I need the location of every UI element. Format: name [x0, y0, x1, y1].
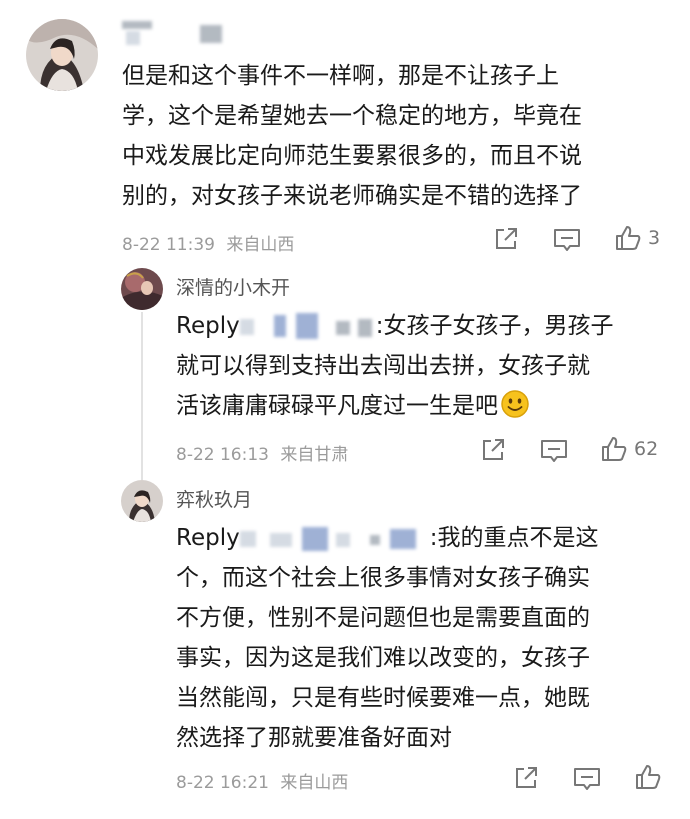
- comment-button[interactable]: [573, 766, 601, 792]
- comment-text-line: 中戏发展比定向师范生要累很多的，而且不说: [122, 143, 582, 169]
- reply-author-name[interactable]: 深情的小木开: [176, 273, 290, 300]
- reply-text-line: 活该庸庸碌碌平凡度过一生是吧: [176, 386, 613, 426]
- share-icon: [516, 767, 537, 788]
- smiley-emoji-icon: [501, 390, 529, 418]
- comment-icon: [574, 768, 600, 790]
- like-count: 62: [634, 438, 659, 460]
- timestamp: 8-22 11:39: [122, 235, 215, 255]
- reply-text-line: 个，而这个社会上很多事情对女孩子确实: [176, 565, 590, 591]
- thumbs-up-icon: [602, 437, 627, 461]
- avatar[interactable]: [121, 268, 163, 310]
- thumbs-up-icon: [616, 226, 641, 250]
- comment-text-line: 学，这个是希望她去一个稳定的地方，毕竟在: [122, 103, 582, 129]
- reply-text: Reply :女孩子女孩子，男孩子 就可以得到支持出去闯出去拼，女孩子就 活该庸…: [176, 306, 613, 426]
- location: 来自甘肃: [280, 445, 349, 465]
- author-name-masked[interactable]: [120, 17, 230, 47]
- timestamp: 8-22 16:13: [176, 445, 269, 465]
- comment-icon: [554, 229, 580, 251]
- replied-user-masked[interactable]: [239, 525, 430, 553]
- like-button[interactable]: [634, 763, 662, 791]
- location: 来自山西: [280, 773, 349, 793]
- like-button[interactable]: 62: [600, 435, 658, 463]
- reply-meta: 8-22 16:21 来自山西: [176, 768, 348, 793]
- reply-meta: 8-22 16:13 来自甘肃: [176, 440, 348, 465]
- reply-prefix: Reply: [176, 313, 240, 339]
- like-button[interactable]: 3: [614, 224, 660, 252]
- reply-text: Reply :我的重点不是这 个，而这个社会上很多事情对女孩子确实 不方便，性别…: [176, 518, 598, 758]
- comment-button[interactable]: [540, 438, 568, 464]
- reply-first-line: :女孩子女孩子，男孩子: [375, 313, 614, 339]
- reply-text-line: Reply :我的重点不是这: [176, 518, 598, 558]
- comment-meta: 8-22 11:39 来自山西: [122, 230, 294, 255]
- reply-prefix: Reply: [176, 525, 240, 551]
- thread-line: [141, 312, 143, 480]
- reply-text-line: Reply :女孩子女孩子，男孩子: [176, 306, 613, 346]
- location: 来自山西: [226, 235, 295, 255]
- reply-text-line: 然选择了那就要准备好面对: [176, 725, 452, 751]
- reply-text-line: 不方便，性别不是问题但也是需要直面的: [176, 605, 590, 631]
- share-button[interactable]: [480, 437, 506, 463]
- like-count: 3: [648, 227, 661, 249]
- share-icon: [483, 439, 504, 460]
- comment-text-line: 但是和这个事件不一样啊，那是不让孩子上: [122, 63, 559, 89]
- comment-text: 但是和这个事件不一样啊，那是不让孩子上 学，这个是希望她去一个稳定的地方，毕竟在…: [122, 56, 582, 216]
- reply-text-line: 当然能闯，只是有些时候要难一点，她既: [176, 685, 590, 711]
- share-icon: [496, 228, 517, 249]
- share-button[interactable]: [493, 226, 519, 252]
- reply-text-line: 就可以得到支持出去闯出去拼，女孩子就: [176, 353, 590, 379]
- comment-icon: [541, 440, 567, 462]
- avatar-image: [121, 268, 163, 310]
- avatar[interactable]: [121, 480, 163, 522]
- share-button[interactable]: [513, 765, 539, 791]
- avatar-image: [26, 19, 98, 91]
- comment-text-line: 别的，对女孩子来说老师确实是不错的选择了: [122, 183, 582, 209]
- reply-author-name[interactable]: 弈秋玖月: [176, 485, 252, 512]
- reply-first-line: :我的重点不是这: [429, 525, 599, 551]
- timestamp: 8-22 16:21: [176, 773, 269, 793]
- comment-button[interactable]: [553, 227, 581, 253]
- thumbs-up-icon: [636, 765, 661, 789]
- replied-user-masked[interactable]: [239, 312, 376, 341]
- avatar-image: [121, 480, 163, 522]
- avatar[interactable]: [26, 19, 98, 91]
- reply-text-line: 事实，因为这是我们难以改变的，女孩子: [176, 645, 590, 671]
- reply-text-segment: 活该庸庸碌碌平凡度过一生是吧: [176, 393, 498, 419]
